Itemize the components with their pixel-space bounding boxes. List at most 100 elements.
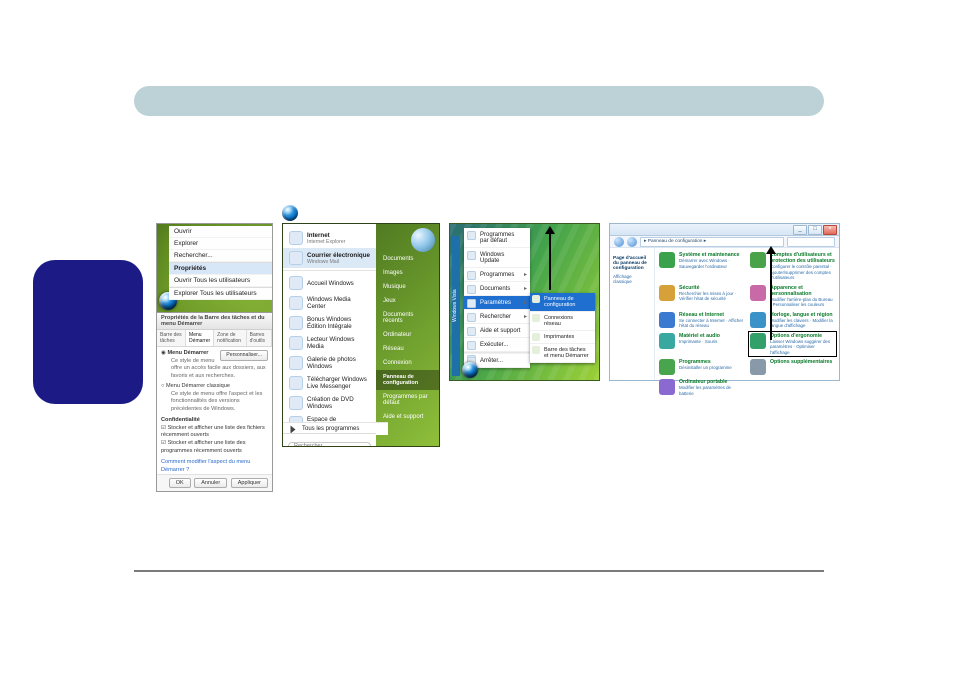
start-right-item[interactable]: Ordinateur bbox=[376, 328, 439, 342]
context-menu-item[interactable]: Propriétés bbox=[169, 262, 272, 275]
start-menu-item[interactable]: Galerie de photos Windows bbox=[283, 353, 376, 373]
radio-classic-menu[interactable]: ○ Menu Démarrer classique bbox=[161, 383, 268, 391]
submenu-item[interactable]: Connexions réseau bbox=[530, 312, 595, 331]
annotation-arrow-line bbox=[770, 252, 772, 340]
category-icon bbox=[750, 359, 766, 375]
footer-rule bbox=[134, 570, 824, 572]
classic-menu-item[interactable]: Aide et support bbox=[464, 324, 530, 338]
context-menu-item[interactable]: Ouvrir Tous les utilisateurs bbox=[169, 275, 272, 287]
classic-menu-item[interactable]: Programmes bbox=[464, 268, 530, 282]
control-panel-sidebar: Page d'accueil du panneau de configurati… bbox=[610, 248, 655, 380]
category-item[interactable]: ProgrammesDésinstaller un programme bbox=[659, 359, 744, 375]
start-menu-item[interactable]: Accueil Windows bbox=[283, 273, 376, 293]
context-menu-item[interactable]: Rechercher... bbox=[169, 250, 272, 262]
submenu-item[interactable]: Barre des tâches et menu Démarrer bbox=[530, 344, 595, 363]
pinned-app[interactable]: Courrier électroniqueWindows Mail bbox=[283, 248, 376, 268]
classic-menu-item[interactable]: Exécuter... bbox=[464, 338, 530, 352]
start-right-item[interactable]: Réseau bbox=[376, 342, 439, 356]
category-icon bbox=[750, 285, 766, 301]
watermark-label: Windows Vista bbox=[452, 236, 460, 376]
context-menu-item[interactable]: Ouvrir bbox=[169, 226, 272, 238]
classic-menu-item[interactable]: Programmes par défaut bbox=[464, 228, 530, 248]
start-menu-item[interactable]: Télécharger Windows Live Messenger bbox=[283, 373, 376, 393]
dialog-tab[interactable]: Zone de notification bbox=[214, 330, 246, 346]
start-right-item[interactable]: Images bbox=[376, 266, 439, 280]
apply-button[interactable]: Appliquer bbox=[231, 478, 268, 488]
classic-view-link[interactable]: Affichage classique bbox=[613, 273, 651, 285]
start-right-item[interactable]: Jeux bbox=[376, 294, 439, 308]
category-icon bbox=[659, 359, 675, 375]
breadcrumb[interactable]: ▸ Panneau de configuration ▸ bbox=[640, 237, 784, 247]
search-field[interactable] bbox=[787, 237, 835, 247]
dialog-title: Propriétés de la Barre des tâches et du … bbox=[157, 313, 272, 330]
radio2-desc: Ce style de menu offre l'aspect et les f… bbox=[171, 391, 268, 414]
sidebar-header: Page d'accueil du panneau de configurati… bbox=[613, 256, 651, 271]
settings-submenu: Panneau de configurationConnexions résea… bbox=[530, 293, 595, 363]
start-orb-icon bbox=[282, 205, 298, 221]
context-menu-item[interactable]: Explorer bbox=[169, 238, 272, 250]
classic-menu-item[interactable]: Rechercher bbox=[464, 310, 530, 324]
category-icon bbox=[659, 379, 675, 395]
start-right-item[interactable]: Documents récents bbox=[376, 308, 439, 328]
category-icon bbox=[750, 252, 766, 268]
screenshot-row: OuvrirExplorerRechercher...PropriétésOuv… bbox=[156, 223, 840, 492]
side-badge bbox=[33, 260, 143, 404]
dialog-tabs[interactable]: Barre des tâchesMenu DémarrerZone de not… bbox=[157, 330, 272, 347]
screenshot-3-classic-start-menu: Windows Vista Programmes par défautWindo… bbox=[449, 223, 600, 381]
personalize-button[interactable]: Personnaliser... bbox=[220, 350, 268, 361]
category-item[interactable]: SécuritéRechercher les mises à jour · Vé… bbox=[659, 285, 744, 308]
screenshot-4-control-panel: _ □ × ▸ Panneau de configuration ▸ Page … bbox=[609, 223, 840, 381]
context-menu-item[interactable]: Explorer Tous les utilisateurs bbox=[169, 287, 272, 300]
start-right-item[interactable]: Panneau de configuration bbox=[376, 370, 439, 390]
cancel-button[interactable]: Annuler bbox=[194, 478, 227, 488]
start-menu-item[interactable]: Windows Media Center bbox=[283, 293, 376, 313]
back-button[interactable] bbox=[614, 237, 624, 247]
classic-menu: Programmes par défautWindows UpdateProgr… bbox=[464, 228, 530, 368]
ok-button[interactable]: OK bbox=[169, 478, 191, 488]
chk-recent-programs[interactable]: ☑ Stocker et afficher une liste des prog… bbox=[161, 440, 268, 455]
start-right-item[interactable]: Programmes par défaut bbox=[376, 390, 439, 410]
start-right-item[interactable]: Documents bbox=[376, 252, 439, 266]
start-menu-item[interactable]: Bonus Windows Édition Intégrale bbox=[283, 313, 376, 333]
start-orb-icon[interactable] bbox=[462, 362, 478, 378]
category-item[interactable]: Options supplémentaires bbox=[750, 359, 835, 375]
annotation-arrow-line bbox=[549, 230, 551, 290]
category-item[interactable]: Apparence et personnalisationModifier l'… bbox=[750, 285, 835, 308]
taskbar-properties-dialog: Propriétés de la Barre des tâches et du … bbox=[156, 312, 273, 492]
pinned-app[interactable]: InternetInternet Explorer bbox=[283, 228, 376, 248]
start-right-pane: DocumentsImagesMusiqueJeuxDocuments réce… bbox=[376, 252, 439, 446]
start-menu-item[interactable]: Lecteur Windows Media bbox=[283, 333, 376, 353]
category-item[interactable]: Réseau et InternetSe connecter à Interne… bbox=[659, 312, 744, 329]
start-search bbox=[283, 433, 376, 446]
header-pill bbox=[134, 86, 824, 116]
category-item[interactable]: Options d'ergonomieLaisser Windows suggé… bbox=[750, 333, 835, 356]
help-link[interactable]: Comment modifier l'aspect du menu Démarr… bbox=[161, 459, 268, 474]
chk-recent-files[interactable]: ☑ Stocker et afficher une liste des fich… bbox=[161, 425, 268, 440]
forward-button[interactable] bbox=[627, 237, 637, 247]
maximize-button[interactable]: □ bbox=[808, 225, 822, 235]
classic-menu-item[interactable]: Windows Update bbox=[464, 248, 530, 268]
category-item[interactable]: Ordinateur portableModifier les paramètr… bbox=[659, 379, 744, 396]
dialog-tab[interactable]: Barres d'outils bbox=[247, 330, 272, 346]
globe-icon bbox=[411, 228, 435, 252]
minimize-button[interactable]: _ bbox=[793, 225, 807, 235]
start-right-item[interactable]: Connexion bbox=[376, 356, 439, 370]
submenu-item[interactable]: Panneau de configuration bbox=[530, 293, 595, 312]
start-right-item[interactable]: Musique bbox=[376, 280, 439, 294]
classic-menu-item[interactable]: Paramètres bbox=[464, 296, 530, 310]
category-item[interactable]: Système et maintenanceDémarrer avec Wind… bbox=[659, 252, 744, 281]
category-item[interactable]: Horloge, langue et régionModifier les cl… bbox=[750, 312, 835, 329]
category-item[interactable]: Matériel et audioImprimante · Souris bbox=[659, 333, 744, 356]
dialog-tab[interactable]: Barre des tâches bbox=[157, 330, 186, 346]
classic-menu-item[interactable]: Documents bbox=[464, 282, 530, 296]
close-button[interactable]: × bbox=[823, 225, 837, 235]
app-icon bbox=[289, 396, 303, 410]
dialog-tab[interactable]: Menu Démarrer bbox=[186, 330, 214, 346]
start-menu-item[interactable]: Création de DVD Windows bbox=[283, 393, 376, 413]
search-input[interactable] bbox=[288, 442, 371, 447]
dialog-buttons: OK Annuler Appliquer bbox=[157, 474, 272, 491]
app-icon bbox=[289, 336, 303, 350]
start-right-item[interactable]: Aide et support bbox=[376, 410, 439, 424]
category-item[interactable]: Comptes d'utilisateurs et protection des… bbox=[750, 252, 835, 281]
submenu-item[interactable]: Imprimantes bbox=[530, 331, 595, 344]
